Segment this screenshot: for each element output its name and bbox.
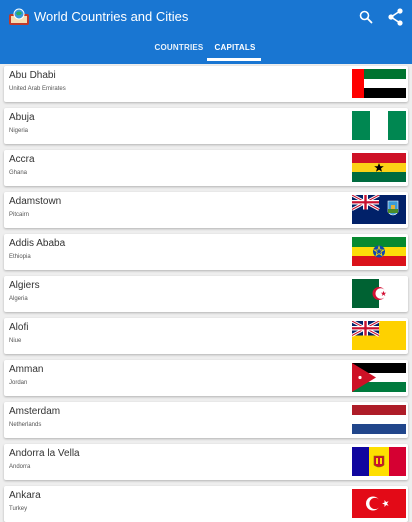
country-name: Ethiopia <box>9 254 31 260</box>
andorra-flag-icon <box>352 447 406 476</box>
tab-countries[interactable]: COUNTRIES <box>148 38 210 62</box>
list-item[interactable]: Addis Ababa Ethiopia <box>4 234 408 270</box>
list-item[interactable]: Abuja Nigeria <box>4 108 408 144</box>
country-name: Jordan <box>9 380 28 386</box>
list-item[interactable]: Amsterdam Netherlands <box>4 402 408 438</box>
nigeria-flag-icon <box>352 111 406 140</box>
country-name: Netherlands <box>9 422 42 428</box>
list-item[interactable]: Algiers Algeria <box>4 276 408 312</box>
globe-book-icon <box>8 8 30 26</box>
list-item[interactable]: Amman Jordan <box>4 360 408 396</box>
ghana-flag-icon <box>352 153 406 182</box>
search-icon[interactable] <box>358 9 374 25</box>
capital-name: Andorra la Vella <box>9 448 80 459</box>
tab-indicator <box>207 58 261 61</box>
algeria-flag-icon <box>352 279 406 308</box>
app-bar: World Countries and Cities COUNTRIES CAP… <box>0 0 412 64</box>
list-item[interactable]: Ankara Turkey <box>4 486 408 522</box>
list-item[interactable]: Accra Ghana <box>4 150 408 186</box>
list-item[interactable]: Abu Dhabi United Arab Emirates <box>4 66 408 102</box>
netherlands-flag-icon <box>352 405 406 434</box>
list-item[interactable]: Adamstown Pitcairn <box>4 192 408 228</box>
app-title: World Countries and Cities <box>34 9 189 24</box>
country-name: Turkey <box>9 506 28 512</box>
capital-name: Adamstown <box>9 196 62 207</box>
capital-name: Alofi <box>9 322 29 333</box>
country-name: United Arab Emirates <box>9 86 66 92</box>
uae-flag-icon <box>352 69 406 98</box>
list-item[interactable]: Andorra la Vella Andorra <box>4 444 408 480</box>
list-item[interactable]: Alofi Niue <box>4 318 408 354</box>
niue-flag-icon <box>352 321 406 350</box>
capital-name: Accra <box>9 154 35 165</box>
ethiopia-flag-icon <box>352 237 406 266</box>
capital-name: Amman <box>9 364 44 375</box>
capital-name: Abu Dhabi <box>9 70 56 81</box>
tab-bar: COUNTRIES CAPITALS <box>0 38 412 62</box>
country-name: Algeria <box>9 296 28 302</box>
capital-name: Ankara <box>9 490 41 501</box>
capital-name: Algiers <box>9 280 40 291</box>
turkey-flag-icon <box>352 489 406 518</box>
jordan-flag-icon <box>352 363 406 392</box>
country-name: Ghana <box>9 170 28 176</box>
country-name: Niue <box>9 338 22 344</box>
country-name: Pitcairn <box>9 212 30 218</box>
capital-name: Amsterdam <box>9 406 61 417</box>
country-name: Nigeria <box>9 128 29 134</box>
share-icon[interactable] <box>386 7 406 27</box>
pitcairn-flag-icon <box>352 195 406 224</box>
capital-name: Abuja <box>9 112 35 123</box>
country-name: Andorra <box>9 464 31 470</box>
capital-name: Addis Ababa <box>9 238 66 249</box>
